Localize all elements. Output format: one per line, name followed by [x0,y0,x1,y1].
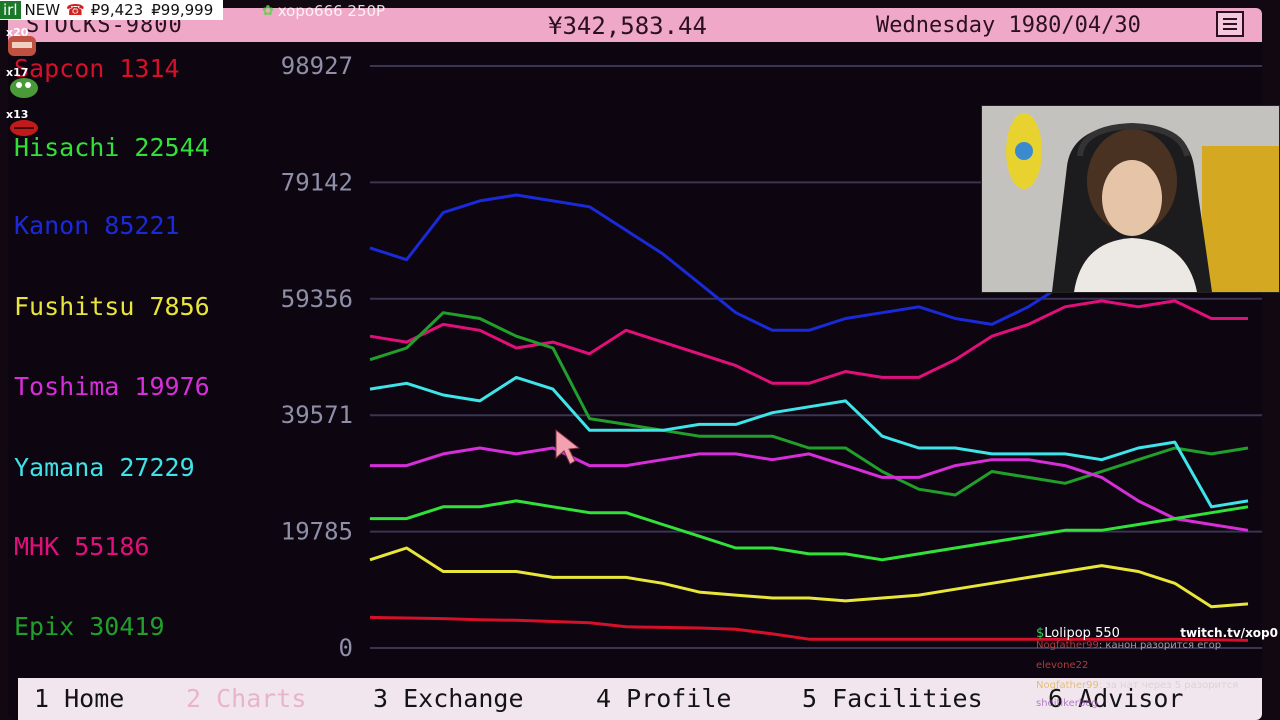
nav-exchange[interactable]: 3 Exchange [373,684,524,713]
series-line-toshima [370,446,1249,532]
chat-message: sheitikerbeg [1036,698,1098,709]
stock-item[interactable]: Toshima 19976 [14,372,210,401]
stock-item[interactable]: Fushitsu 7856 [14,292,210,321]
chart-y-ticks: 98927 79142 59356 39571 19785 0 [281,52,353,662]
series-line-hisachi [370,499,1249,562]
goal-target: ₽99,999 [151,1,214,19]
menu-icon[interactable] [1216,11,1244,37]
stock-list: Sapcon 1314 Hisachi 22544 Kanon 85221 Fu… [8,8,268,678]
new-label: NEW [24,1,61,19]
y-tick-label: 98927 [281,52,353,80]
nav-facilities[interactable]: 5 Facilities [802,684,983,713]
chat-message: Nogfather99: за нат через 5 разорится [1036,680,1239,691]
nav-profile[interactable]: 4 Profile [596,684,731,713]
chat-message: elevone22 [1036,660,1089,671]
webcam-feed [981,105,1280,293]
phone-icon: ☎ [66,1,85,19]
y-tick-label: 79142 [281,168,353,196]
series-line-mhk [369,299,1248,385]
stream-goal-ticker: irl NEW ☎ ₽9,423 ₽99,999 [0,0,224,20]
sprout-icon: ✿ [262,3,274,19]
pepe-emote-icon [4,76,38,98]
irl-badge: irl [0,1,21,19]
follower-text: xopo666 250Р [277,2,386,20]
stock-item[interactable]: MHK 55186 [14,532,149,561]
chat-message: Nogfather99: канон разорится егор [1036,640,1222,651]
stock-item[interactable]: Kanon 85221 [14,211,180,240]
face-emote-icon [4,34,38,56]
series-line-fushitsu [369,546,1249,609]
cash-balance: ¥342,583.44 [548,12,707,40]
goal-current: ₽9,423 [90,1,144,19]
stream-chat: $Lolipop 550 twitch.tv/xop0 Nogfather99:… [1036,626,1280,716]
y-tick-label: 0 [339,634,353,662]
game-date: Wednesday 1980/04/30 [876,13,1141,38]
channel-url: twitch.tv/xop0 [1180,626,1278,640]
stock-item[interactable]: Yamana 27229 [14,453,195,482]
y-tick-label: 39571 [281,401,353,429]
nav-charts[interactable]: 2 Charts [186,684,306,713]
stock-item[interactable]: Sapcon 1314 [14,54,180,83]
stock-item[interactable]: Epix 30419 [14,612,165,641]
nav-home[interactable]: 1 Home [34,684,124,713]
y-tick-label: 19785 [281,518,353,546]
follower-alert: ✿ xopo666 250Р [262,2,385,20]
y-tick-label: 59356 [281,285,353,313]
stock-item[interactable]: Hisachi 22544 [14,133,210,162]
donation-alert: $Lolipop 550 [1036,626,1120,641]
donation-text: Lolipop 550 [1044,626,1120,641]
lips-emote-icon [4,116,38,138]
